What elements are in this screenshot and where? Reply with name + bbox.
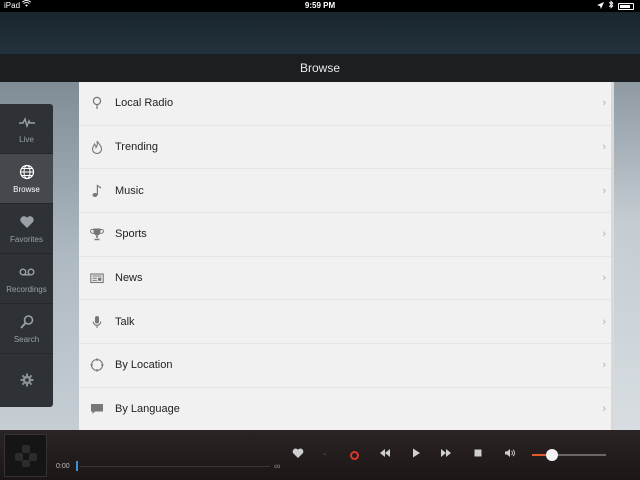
player-bar: 0:00 ∞ - [0, 430, 640, 480]
rewind-icon [380, 449, 390, 457]
progress-marker[interactable] [76, 461, 78, 471]
sidebar-item-favorites[interactable]: Favorites [0, 204, 53, 254]
list-scrollbar[interactable] [611, 82, 614, 430]
sidebar: Live Browse Favorites Recordings Search [0, 104, 53, 407]
music-note-icon [79, 184, 115, 198]
location-pin-icon [79, 96, 115, 110]
sidebar-item-recordings[interactable]: Recordings [0, 254, 53, 304]
speech-bubble-icon [79, 402, 115, 416]
list-item-label: News [115, 272, 143, 285]
list-item-label: Sports [115, 228, 147, 241]
sidebar-item-label: Favorites [10, 234, 43, 244]
list-item-label: By Location [115, 359, 173, 372]
chevron-right-icon: › [602, 315, 606, 328]
list-item-sports[interactable]: Sports › [79, 213, 614, 257]
battery-icon [618, 3, 634, 10]
sidebar-item-label: Recordings [6, 284, 47, 294]
chevron-right-icon: › [602, 403, 606, 416]
list-item-label: By Language [115, 403, 180, 416]
station-artwork[interactable] [4, 434, 47, 477]
sidebar-item-label: Search [13, 334, 40, 344]
list-item-label: Music [115, 184, 144, 197]
chevron-right-icon: › [602, 359, 606, 372]
sidebar-item-settings[interactable] [0, 354, 53, 407]
list-item-label: Talk [115, 315, 135, 328]
fast-forward-icon [441, 449, 451, 457]
heart-icon [292, 448, 304, 458]
chevron-right-icon: › [602, 228, 606, 241]
heart-icon [19, 214, 35, 232]
list-item-talk[interactable]: Talk › [79, 300, 614, 345]
sidebar-item-browse[interactable]: Browse [0, 154, 53, 204]
trophy-icon [79, 227, 115, 241]
volume-icon [504, 447, 516, 463]
pulse-icon [18, 114, 35, 132]
sidebar-item-search[interactable]: Search [0, 304, 53, 354]
list-item-by-language[interactable]: By Language › [79, 388, 614, 430]
flame-icon [79, 140, 115, 155]
compass-icon [79, 358, 115, 373]
newspaper-icon [79, 271, 115, 285]
station-logo-icon [14, 444, 37, 467]
list-item-label: Trending [115, 141, 159, 154]
fast-forward-button[interactable] [440, 447, 452, 463]
list-item-label: Local Radio [115, 97, 174, 110]
gear-icon [19, 372, 35, 390]
volume-slider-knob[interactable] [546, 449, 558, 461]
stop-icon [474, 449, 482, 457]
microphone-icon [79, 315, 115, 329]
list-item-music[interactable]: Music › [79, 169, 614, 214]
chevron-right-icon: › [602, 141, 606, 154]
status-bar: iPad 9:59 PM [0, 0, 640, 12]
dash-icon: - [323, 448, 327, 460]
stop-button[interactable] [472, 447, 484, 463]
play-icon [413, 448, 420, 458]
elapsed-time: 0:00 [56, 463, 70, 470]
chevron-right-icon: › [602, 184, 606, 197]
list-item-by-location[interactable]: By Location › [79, 344, 614, 388]
list-item-news[interactable]: News › [79, 257, 614, 301]
list-item-trending[interactable]: Trending › [79, 126, 614, 170]
sidebar-item-label: Browse [13, 184, 40, 194]
chevron-right-icon: › [602, 272, 606, 285]
record-button[interactable] [350, 451, 359, 460]
sidebar-item-live[interactable]: Live [0, 104, 53, 154]
list-item-local-radio[interactable]: Local Radio › [79, 82, 614, 126]
chevron-right-icon: › [602, 97, 606, 110]
header-band [0, 12, 640, 54]
globe-icon [19, 164, 35, 182]
play-button[interactable] [410, 447, 422, 463]
browse-list: Local Radio › Trending › Music › Sports … [79, 82, 614, 430]
infinity-icon: ∞ [274, 461, 281, 471]
page-title: Browse [0, 54, 640, 82]
voicemail-icon [19, 264, 35, 282]
search-icon [19, 314, 35, 332]
progress-track[interactable] [80, 466, 270, 467]
location-arrow-icon [597, 1, 604, 13]
volume-track[interactable] [552, 454, 606, 456]
status-time: 9:59 PM [304, 1, 336, 10]
background-right-glow [614, 82, 640, 430]
favorite-heart-button[interactable] [292, 447, 304, 463]
sidebar-item-label: Live [19, 134, 34, 144]
rewind-button[interactable] [379, 447, 391, 463]
